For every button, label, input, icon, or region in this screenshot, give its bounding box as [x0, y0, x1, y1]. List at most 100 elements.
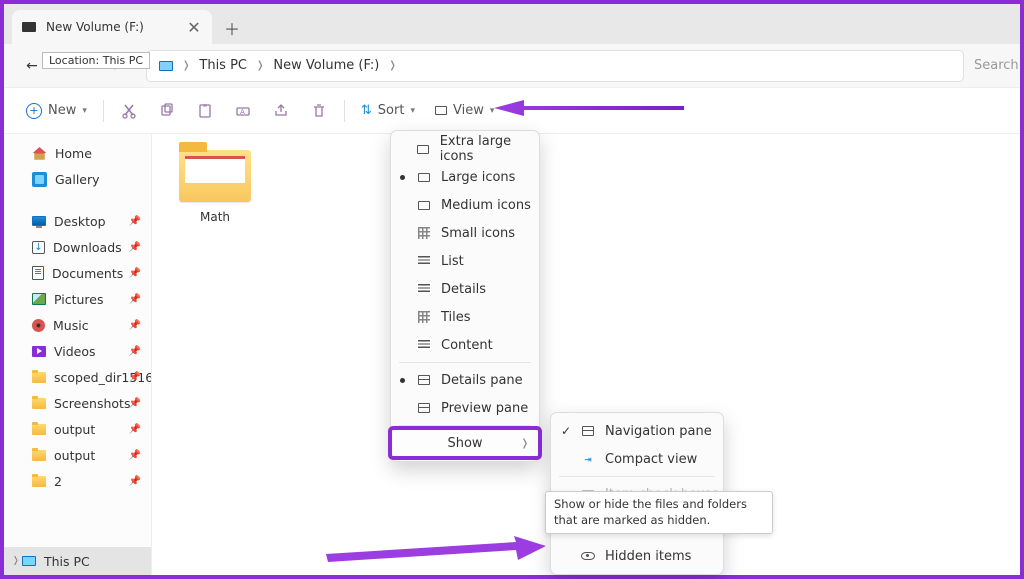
search-input[interactable]: Search	[974, 58, 1006, 73]
annotation-arrow-icon	[494, 96, 684, 120]
folder-icon	[32, 450, 46, 461]
sidebar-item-2[interactable]: 2📌	[4, 468, 151, 494]
gallery-icon	[32, 172, 47, 187]
share-button[interactable]	[264, 95, 298, 127]
nav-bar: ← → ↑ ⟳ ❭ This PC ❭ New Volume (F:) ❭ Se…	[4, 44, 1020, 88]
folder-icon	[32, 372, 46, 383]
folder-icon	[32, 398, 46, 409]
pin-icon: 📌	[129, 476, 141, 487]
menu-item-details[interactable]: Details	[391, 275, 539, 303]
menu-separator	[399, 425, 531, 426]
check-icon: ✓	[561, 424, 571, 438]
add-tab-button[interactable]: ＋	[218, 14, 246, 42]
sidebar-item-pictures[interactable]: Pictures📌	[4, 286, 151, 312]
sidebar-item-desktop[interactable]: Desktop📌	[4, 208, 151, 234]
home-icon	[32, 146, 47, 161]
menu-item-hidden-items[interactable]: Hidden items	[551, 542, 723, 570]
new-button[interactable]: + New ▾	[18, 95, 95, 127]
menu-item-sm-icons[interactable]: Small icons	[391, 219, 539, 247]
menu-item-tiles[interactable]: Tiles	[391, 303, 539, 331]
folder-icon	[179, 150, 251, 202]
chevron-down-icon: ▾	[82, 106, 87, 116]
documents-icon	[32, 266, 44, 280]
plus-circle-icon: +	[26, 103, 42, 119]
cut-button[interactable]	[112, 95, 146, 127]
chevron-right-icon[interactable]: ❭	[385, 60, 399, 71]
pc-icon	[22, 556, 36, 566]
breadcrumb-volume[interactable]: New Volume (F:)	[267, 51, 385, 81]
pin-icon: 📌	[129, 424, 141, 435]
breadcrumb-thispc[interactable]: This PC	[193, 51, 253, 81]
title-bar: New Volume (F:) ✕ ＋	[4, 4, 1020, 44]
chevron-right-icon: ❭	[521, 438, 529, 449]
sidebar-item-documents[interactable]: Documents📌	[4, 260, 151, 286]
eye-icon	[581, 552, 595, 560]
paste-button[interactable]	[188, 95, 222, 127]
menu-item-list[interactable]: List	[391, 247, 539, 275]
pin-icon: 📌	[129, 268, 141, 279]
view-menu: Extra large icons Large icons Medium ico…	[390, 130, 540, 462]
sidebar-item-videos[interactable]: Videos📌	[4, 338, 151, 364]
menu-item-show[interactable]: Show❭	[391, 429, 539, 457]
close-tab-icon[interactable]: ✕	[186, 19, 202, 35]
pin-icon: 📌	[129, 346, 141, 357]
chevron-right-icon[interactable]: ❭	[12, 556, 20, 566]
folder-icon	[32, 424, 46, 435]
sidebar-item-downloads[interactable]: ↓Downloads📌	[4, 234, 151, 260]
separator	[344, 100, 345, 122]
view-icon	[435, 106, 447, 115]
location-tooltip: Location: This PC	[42, 52, 150, 69]
tab-title: New Volume (F:)	[46, 20, 186, 34]
annotation-arrow-icon	[326, 534, 546, 564]
selected-dot-icon	[400, 378, 405, 383]
separator	[103, 100, 104, 122]
videos-icon	[32, 346, 46, 357]
pin-icon: 📌	[129, 320, 141, 331]
view-button[interactable]: View ▾	[427, 95, 502, 127]
compact-icon: ⇥	[581, 453, 595, 465]
sidebar-item-scoped[interactable]: scoped_dir15168📌	[4, 364, 151, 390]
menu-separator	[559, 476, 715, 477]
pin-icon: 📌	[129, 398, 141, 409]
pin-icon: 📌	[129, 372, 141, 383]
menu-item-preview-pane[interactable]: Preview pane	[391, 394, 539, 422]
address-bar[interactable]: ❭ This PC ❭ New Volume (F:) ❭	[146, 50, 964, 82]
sidebar-item-output[interactable]: output📌	[4, 416, 151, 442]
menu-item-details-pane[interactable]: Details pane	[391, 366, 539, 394]
pin-icon: 📌	[129, 216, 141, 227]
menu-item-navigation-pane[interactable]: ✓Navigation pane	[551, 417, 723, 445]
nav-pane: Home Gallery Desktop📌 ↓Downloads📌 Docume…	[4, 134, 152, 575]
chevron-right-icon[interactable]: ❭	[179, 60, 193, 71]
sort-button[interactable]: ⇅ Sort ▾	[353, 95, 423, 127]
sidebar-item-gallery[interactable]: Gallery	[4, 166, 151, 192]
sidebar-item-output[interactable]: output📌	[4, 442, 151, 468]
folder-label: Math	[170, 210, 260, 224]
music-icon	[32, 319, 45, 332]
pc-icon[interactable]	[153, 51, 179, 81]
menu-item-content[interactable]: Content	[391, 331, 539, 359]
downloads-icon: ↓	[32, 241, 45, 254]
selected-dot-icon	[400, 175, 405, 180]
pin-icon: 📌	[129, 294, 141, 305]
menu-item-lg-icons[interactable]: Large icons	[391, 163, 539, 191]
sidebar-item-music[interactable]: Music📌	[4, 312, 151, 338]
svg-text:A: A	[240, 108, 245, 116]
window-tab[interactable]: New Volume (F:) ✕	[12, 10, 212, 44]
menu-item-xl-icons[interactable]: Extra large icons	[391, 135, 539, 163]
pictures-icon	[32, 293, 46, 305]
rename-button[interactable]: A	[226, 95, 260, 127]
pin-icon: 📌	[129, 242, 141, 253]
chevron-down-icon: ▾	[410, 106, 415, 116]
sort-icon: ⇅	[361, 103, 372, 118]
sidebar-item-thispc[interactable]: ❭This PC	[4, 547, 151, 575]
drive-icon	[22, 22, 36, 32]
delete-button[interactable]	[302, 95, 336, 127]
sidebar-item-screenshots[interactable]: Screenshots📌	[4, 390, 151, 416]
sidebar-item-home[interactable]: Home	[4, 140, 151, 166]
folder-item-math[interactable]: Math	[170, 150, 260, 224]
pin-icon: 📌	[129, 450, 141, 461]
menu-item-md-icons[interactable]: Medium icons	[391, 191, 539, 219]
chevron-right-icon[interactable]: ❭	[253, 60, 267, 71]
menu-item-compact-view[interactable]: ⇥Compact view	[551, 445, 723, 473]
copy-button[interactable]	[150, 95, 184, 127]
